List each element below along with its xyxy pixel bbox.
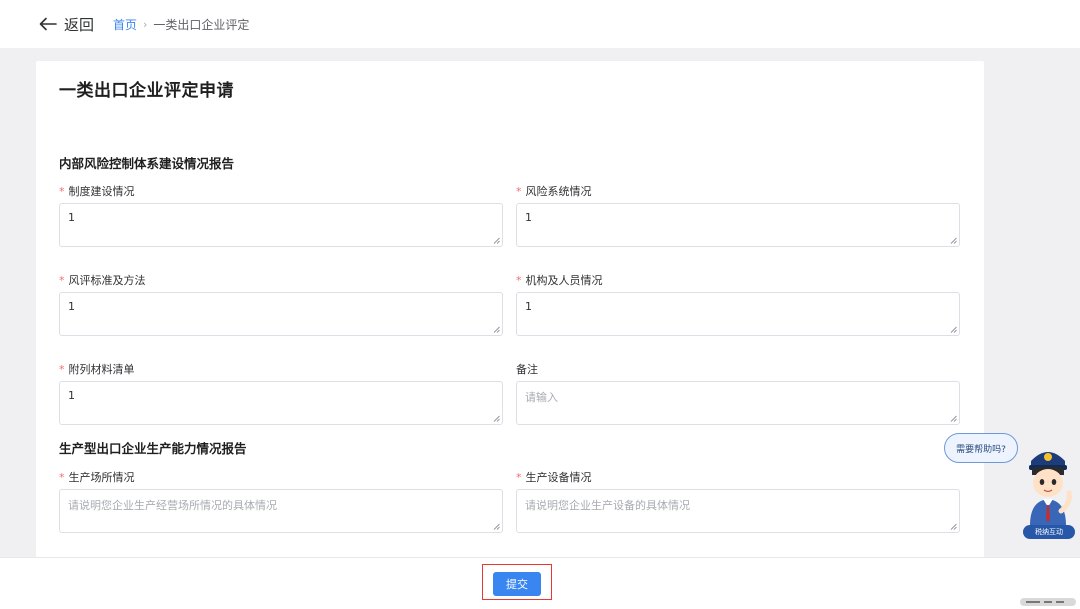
- breadcrumb: 首页 › 一类出口企业评定: [113, 16, 249, 33]
- section-title-production-capacity: 生产型出口企业生产能力情况报告: [59, 441, 247, 456]
- field-risk-system: * 风险系统情况 1: [516, 185, 960, 247]
- production-equipment-textarea[interactable]: 请说明您企业生产设备的具体情况: [516, 489, 960, 533]
- field-label: 风评标准及方法: [68, 274, 146, 287]
- system-construction-textarea[interactable]: 1: [59, 203, 503, 247]
- attached-materials-textarea[interactable]: 1: [59, 381, 503, 425]
- required-mark: *: [59, 274, 65, 287]
- window-resize-widget[interactable]: [1020, 598, 1076, 606]
- resize-handle-icon[interactable]: [950, 326, 957, 333]
- page-title: 一类出口企业评定申请: [59, 81, 234, 101]
- risk-assessment-textarea[interactable]: 1: [59, 292, 503, 336]
- field-remarks: 备注 请输入: [516, 363, 960, 425]
- textarea-value: 1: [68, 389, 75, 402]
- required-mark: *: [516, 185, 522, 198]
- organization-staff-textarea[interactable]: 1: [516, 292, 960, 336]
- field-risk-assessment: * 风评标准及方法 1: [59, 274, 503, 336]
- required-mark: *: [59, 471, 65, 484]
- field-organization-staff: * 机构及人员情况 1: [516, 274, 960, 336]
- resize-handle-icon[interactable]: [493, 326, 500, 333]
- required-mark: *: [516, 274, 522, 287]
- resize-handle-icon[interactable]: [493, 523, 500, 530]
- breadcrumb-separator: ›: [143, 18, 148, 31]
- field-label: 生产场所情况: [68, 471, 135, 484]
- resize-handle-icon[interactable]: [493, 415, 500, 422]
- textarea-value: 1: [525, 211, 532, 224]
- top-bar: 返回 首页 › 一类出口企业评定: [0, 0, 1080, 48]
- arrow-left-icon: [39, 17, 57, 31]
- submit-button[interactable]: 提交: [493, 572, 541, 596]
- required-mark: *: [59, 185, 65, 198]
- field-label: 机构及人员情况: [525, 274, 603, 287]
- textarea-placeholder: 请说明您企业生产经营场所情况的具体情况: [68, 499, 277, 512]
- field-production-equipment: * 生产设备情况 请说明您企业生产设备的具体情况: [516, 471, 960, 533]
- risk-system-textarea[interactable]: 1: [516, 203, 960, 247]
- textarea-placeholder: 请说明您企业生产设备的具体情况: [525, 499, 690, 512]
- field-production-site: * 生产场所情况 请说明您企业生产经营场所情况的具体情况: [59, 471, 503, 533]
- textarea-value: 1: [68, 211, 75, 224]
- field-system-construction: * 制度建设情况 1: [59, 185, 503, 247]
- section-title-risk-control: 内部风险控制体系建设情况报告: [59, 156, 235, 171]
- field-label: 附列材料清单: [68, 363, 135, 376]
- breadcrumb-home-link[interactable]: 首页: [113, 16, 137, 33]
- required-mark: *: [59, 363, 65, 376]
- field-label: 制度建设情况: [68, 185, 135, 198]
- field-label: 风险系统情况: [525, 185, 592, 198]
- back-label: 返回: [64, 15, 95, 34]
- help-bubble[interactable]: 需要帮助吗?: [944, 433, 1018, 463]
- breadcrumb-current: 一类出口企业评定: [153, 18, 250, 32]
- textarea-value: 1: [525, 300, 532, 313]
- back-button[interactable]: 返回: [39, 13, 94, 35]
- field-label: 备注: [516, 363, 538, 376]
- textarea-placeholder: 请输入: [525, 391, 558, 404]
- field-label: 生产设备情况: [525, 471, 592, 484]
- resize-handle-icon[interactable]: [493, 237, 500, 244]
- remarks-textarea[interactable]: 请输入: [516, 381, 960, 425]
- resize-handle-icon[interactable]: [950, 523, 957, 530]
- textarea-value: 1: [68, 300, 75, 313]
- required-mark: *: [516, 471, 522, 484]
- form-card: 一类出口企业评定申请 内部风险控制体系建设情况报告 * 制度建设情况 1 * 风险系…: [36, 61, 984, 561]
- assistant-tag: 税纳互动: [1023, 525, 1075, 539]
- resize-handle-icon[interactable]: [950, 415, 957, 422]
- field-attached-materials: * 附列材料清单 1: [59, 363, 503, 425]
- resize-handle-icon[interactable]: [950, 237, 957, 244]
- production-site-textarea[interactable]: 请说明您企业生产经营场所情况的具体情况: [59, 489, 503, 533]
